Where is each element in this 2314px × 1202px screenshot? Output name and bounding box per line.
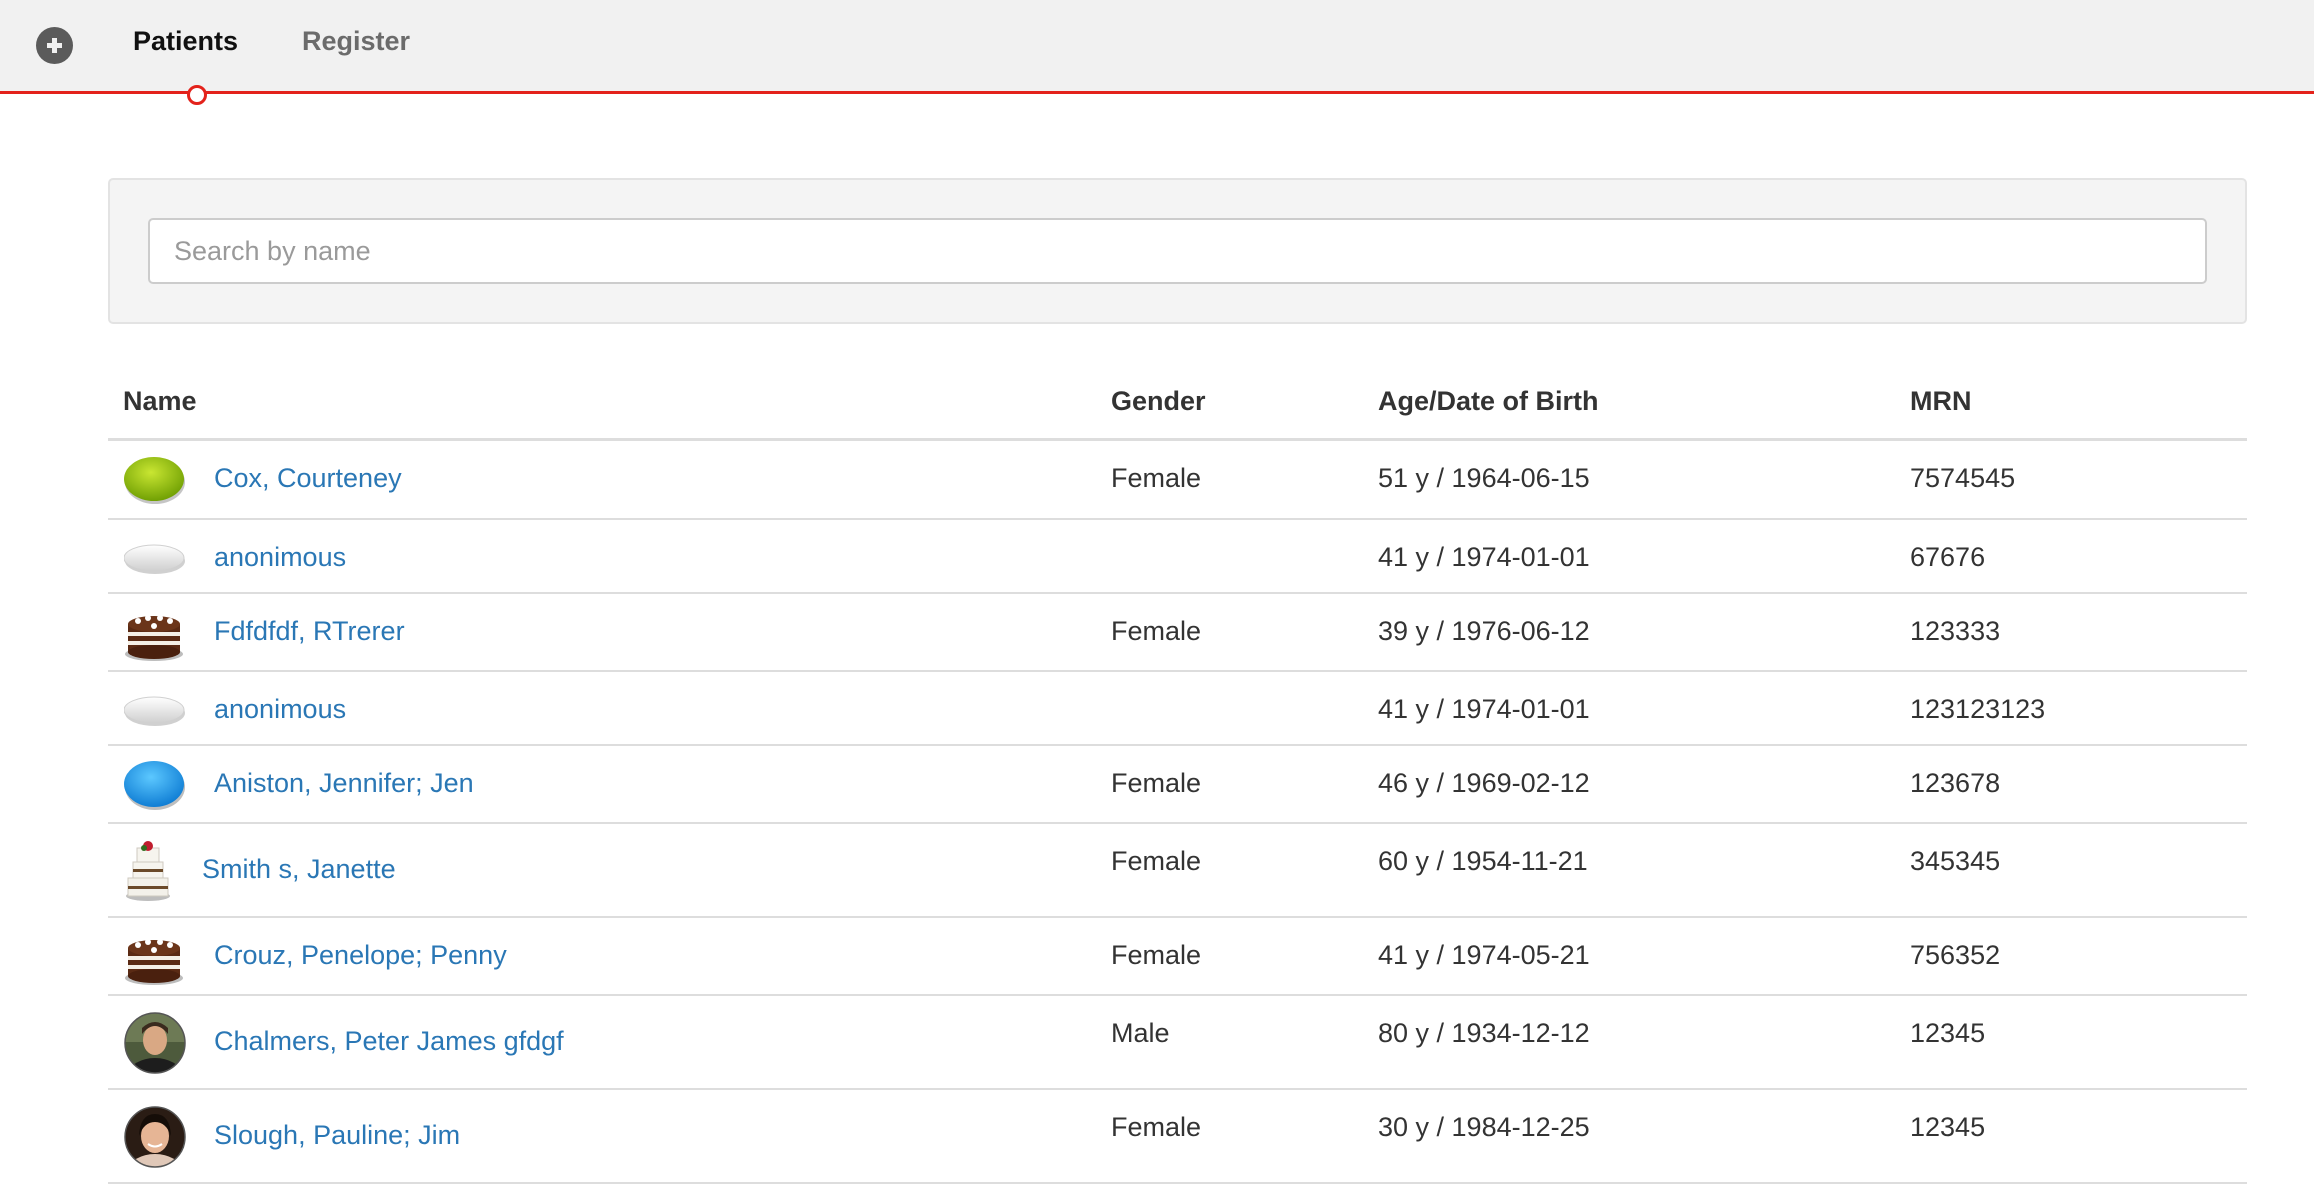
- table-row[interactable]: Slough, Pauline; Jim Female 30 y / 1984-…: [108, 1090, 2247, 1184]
- patient-mrn: 123333: [1910, 616, 2001, 646]
- tiered-cake-avatar: [126, 841, 170, 901]
- patient-gender: Female: [1111, 768, 1202, 798]
- header-dob[interactable]: Age/Date of Birth: [1378, 386, 1599, 417]
- patients-table: Name Gender Age/Date of Birth MRN Cox, C…: [108, 370, 2247, 1184]
- patient-mrn: 123123123: [1910, 694, 2046, 724]
- table-row[interactable]: Cox, Courteney Female 51 y / 1964-06-15 …: [108, 441, 2247, 520]
- green-pill-avatar: [124, 457, 185, 504]
- header-gender[interactable]: Gender: [1111, 386, 1206, 417]
- patient-mrn: 12345: [1910, 1018, 1986, 1048]
- patient-mrn: 345345: [1910, 846, 2001, 876]
- patient-gender: Female: [1111, 616, 1202, 646]
- table-row[interactable]: anonimous 41 y / 1974-01-01 67676: [108, 520, 2247, 594]
- patient-mrn: 756352: [1910, 940, 2001, 970]
- patient-name-link[interactable]: Crouz, Penelope; Penny: [214, 940, 507, 971]
- patient-dob: 51 y / 1964-06-15: [1378, 463, 1590, 493]
- search-input[interactable]: [148, 218, 2207, 284]
- patient-name-link[interactable]: anonimous: [214, 542, 346, 573]
- plus-circle-icon[interactable]: [36, 27, 73, 64]
- table-row[interactable]: Fdfdfdf, RTrerer Female 39 y / 1976-06-1…: [108, 594, 2247, 672]
- patient-name-link[interactable]: Slough, Pauline; Jim: [214, 1120, 460, 1151]
- patient-dob: 46 y / 1969-02-12: [1378, 768, 1590, 798]
- patient-mrn: 12345: [1910, 1112, 1986, 1142]
- patient-gender: Female: [1111, 463, 1202, 493]
- search-panel: [108, 178, 2247, 324]
- table-header: Name Gender Age/Date of Birth MRN: [108, 370, 2247, 441]
- patient-gender: Female: [1111, 940, 1202, 970]
- chocolate-cake-avatar: [125, 939, 183, 985]
- patient-name-link[interactable]: Smith s, Janette: [202, 854, 396, 885]
- header-name[interactable]: Name: [123, 386, 197, 417]
- patient-dob: 60 y / 1954-11-21: [1378, 846, 1588, 876]
- man-photo-avatar: [124, 1012, 186, 1074]
- white-pill-avatar: [124, 696, 185, 726]
- table-row[interactable]: anonimous 41 y / 1974-01-01 123123123: [108, 672, 2247, 746]
- patient-name-link[interactable]: Fdfdfdf, RTrerer: [214, 616, 405, 647]
- active-tab-indicator: [187, 85, 207, 105]
- patient-name-link[interactable]: Aniston, Jennifer; Jen: [214, 768, 474, 799]
- header-mrn[interactable]: MRN: [1910, 386, 1972, 417]
- patient-dob: 41 y / 1974-01-01: [1378, 694, 1590, 724]
- patient-mrn: 67676: [1910, 542, 1986, 572]
- table-row[interactable]: Aniston, Jennifer; Jen Female 46 y / 196…: [108, 746, 2247, 824]
- patient-dob: 80 y / 1934-12-12: [1378, 1018, 1590, 1048]
- patient-name-link[interactable]: Cox, Courteney: [214, 463, 402, 494]
- patient-mrn: 7574545: [1910, 463, 2016, 493]
- top-nav-bar: Patients Register: [0, 0, 2314, 94]
- patient-dob: 41 y / 1974-01-01: [1378, 542, 1590, 572]
- blue-pill-avatar: [124, 761, 185, 810]
- table-row[interactable]: Chalmers, Peter James gfdgf Male 80 y / …: [108, 996, 2247, 1090]
- woman-photo-avatar: [124, 1106, 186, 1168]
- tab-patients[interactable]: Patients: [133, 26, 238, 57]
- patient-gender: Female: [1111, 846, 1202, 876]
- table-row[interactable]: Smith s, Janette Female 60 y / 1954-11-2…: [108, 824, 2247, 918]
- table-row[interactable]: Crouz, Penelope; Penny Female 41 y / 197…: [108, 918, 2247, 996]
- patient-name-link[interactable]: Chalmers, Peter James gfdgf: [214, 1026, 564, 1057]
- tab-register[interactable]: Register: [302, 26, 410, 57]
- patient-gender: Male: [1111, 1018, 1170, 1048]
- patient-dob: 41 y / 1974-05-21: [1378, 940, 1590, 970]
- patient-dob: 39 y / 1976-06-12: [1378, 616, 1590, 646]
- patient-name-link[interactable]: anonimous: [214, 694, 346, 725]
- chocolate-cake-avatar: [125, 615, 183, 661]
- patient-dob: 30 y / 1984-12-25: [1378, 1112, 1590, 1142]
- patient-gender: Female: [1111, 1112, 1202, 1142]
- patient-mrn: 123678: [1910, 768, 2001, 798]
- white-pill-avatar: [124, 544, 185, 574]
